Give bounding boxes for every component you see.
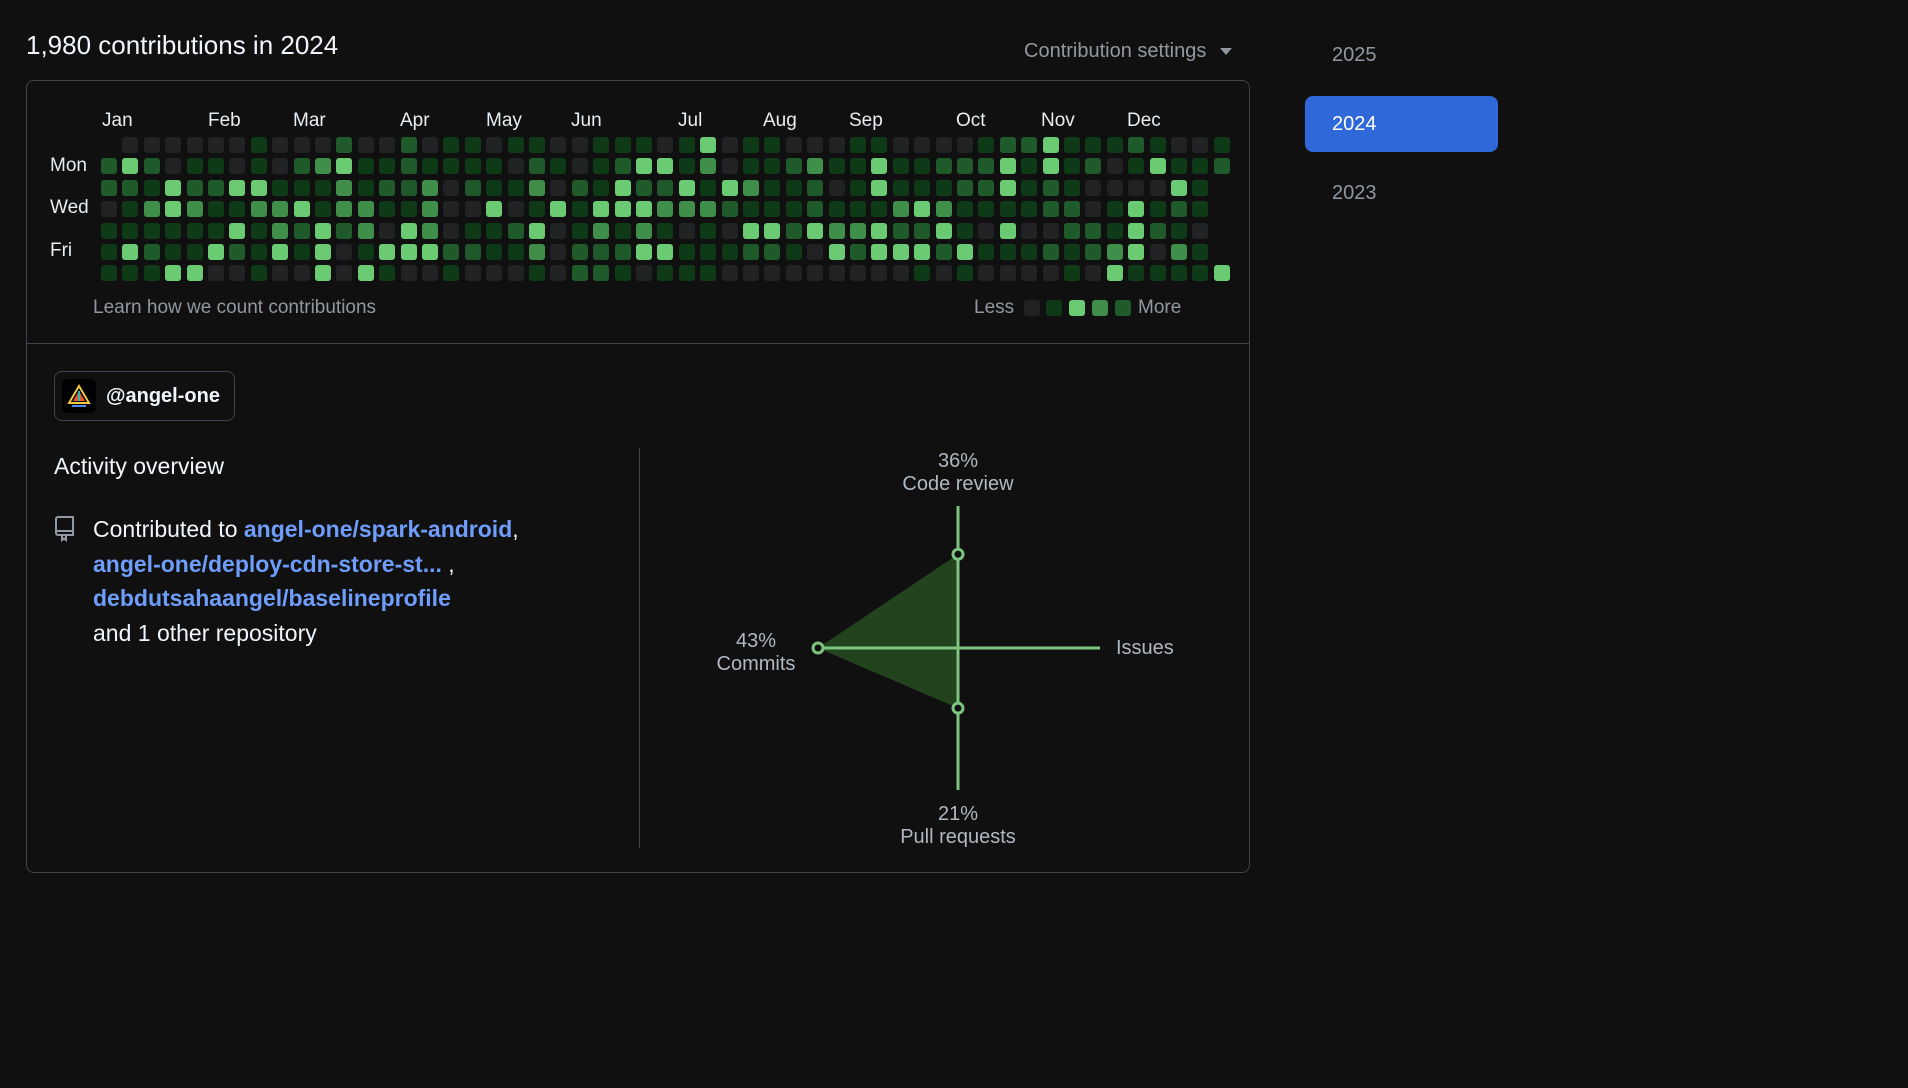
issues-label: Issues — [1116, 637, 1174, 659]
radar-point-pull-requests — [951, 701, 965, 715]
commits-pct: 43% — [735, 630, 777, 652]
radar-point-code-review — [951, 547, 965, 561]
pull-requests-label: Pull requests — [900, 826, 1016, 848]
radar-label-issues: Issues — [1116, 637, 1174, 660]
code-review-pct: 36% — [937, 450, 979, 472]
year-button-2024[interactable]: 2024 — [1305, 96, 1498, 152]
radar-label-code-review: 36% Code review — [888, 450, 1028, 496]
year-button-2025[interactable]: 2025 — [1305, 27, 1498, 83]
radar-point-commits — [811, 641, 825, 655]
radar-label-commits: 43% Commits — [700, 630, 812, 676]
radar-area — [818, 554, 958, 709]
code-review-label: Code review — [902, 473, 1014, 495]
commits-label: Commits — [716, 653, 796, 675]
pull-requests-pct: 21% — [937, 803, 979, 825]
year-button-2023[interactable]: 2023 — [1305, 165, 1498, 221]
radar-label-pull-requests: 21% Pull requests — [888, 803, 1028, 849]
